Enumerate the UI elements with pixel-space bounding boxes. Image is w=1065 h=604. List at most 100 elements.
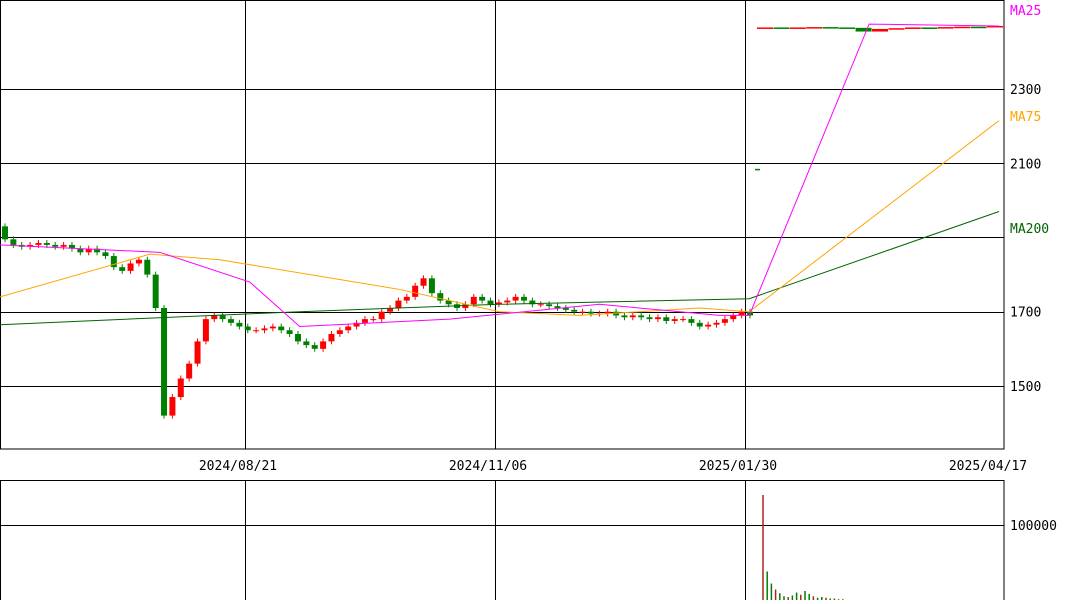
candle-body [228, 319, 235, 323]
candle-body [504, 300, 511, 303]
candle-body [135, 259, 142, 264]
candle-body [202, 319, 209, 342]
candle-body [261, 328, 268, 331]
candle-body [303, 341, 310, 346]
series-label-ma75: MA75 [1010, 110, 1041, 125]
candle-body [278, 326, 285, 331]
candle-body [629, 315, 636, 318]
candle-body [757, 27, 773, 29]
x-tick-label: 2024/08/21 [199, 459, 277, 474]
candle-body [311, 345, 318, 349]
candle-body [921, 27, 938, 29]
series-label-ma200: MA200 [1010, 222, 1049, 237]
volume-bar [812, 596, 815, 600]
x-tick-label: 2025/01/30 [699, 459, 777, 474]
candle-body [512, 296, 519, 301]
volume-panel-frame [0, 480, 1005, 601]
candle-body [571, 309, 578, 312]
candle-body [161, 307, 168, 416]
candle-body [646, 317, 653, 320]
candle-body [244, 326, 251, 331]
candle-body [420, 278, 427, 286]
candle-body [269, 326, 276, 329]
candle-body [654, 317, 661, 320]
candle-body [970, 26, 987, 29]
volume-bar [774, 589, 777, 600]
y-tick-label: 2300 [1010, 83, 1041, 98]
candle-body [872, 28, 888, 32]
candle-body [479, 296, 486, 301]
candle-body [638, 315, 645, 318]
candle-body [937, 27, 954, 29]
candle-body [127, 263, 134, 271]
candle-body [705, 324, 712, 327]
candle-body [537, 304, 544, 306]
volume-bar [791, 595, 794, 600]
candle-body [320, 341, 327, 349]
volume-panel: 100000 [0, 480, 1057, 601]
candle-body [954, 26, 971, 29]
candle-body [370, 319, 377, 321]
ma25-line [0, 23, 1000, 328]
candle-body [554, 306, 561, 308]
candle-body [10, 239, 17, 245]
x-tick-label: 2025/04/17 [949, 459, 1027, 474]
candle-body [194, 341, 201, 364]
candle-body [336, 330, 343, 334]
stray-candle [755, 168, 760, 171]
volume-bar [779, 593, 781, 600]
volume-bar [795, 592, 798, 600]
candle-body [487, 300, 494, 305]
candle-body [822, 27, 839, 29]
candle-body [888, 28, 905, 30]
y-tick-label: 1700 [1010, 306, 1041, 321]
candle-body [587, 311, 594, 314]
candle-body [904, 27, 921, 29]
candle-body [839, 27, 856, 29]
price-panel-frame [0, 0, 1005, 450]
volume-bar [770, 583, 773, 600]
candle-body [169, 397, 176, 416]
candle-body [2, 226, 8, 240]
candle-body [378, 311, 385, 320]
candle-body [621, 315, 628, 318]
volume-bar [804, 591, 806, 600]
candle-body [688, 319, 695, 323]
candle-body [186, 363, 193, 379]
candle-body [253, 330, 260, 332]
y-tick-label: 2100 [1010, 157, 1041, 172]
price-panel: 1500 1700 2100 2300 2024/08/21 2024/11/06 2025… [0, 0, 1049, 474]
candle-body [412, 285, 419, 297]
ma75-line [0, 120, 1000, 316]
candle-body [144, 259, 151, 275]
candle-body [738, 311, 745, 316]
candle-body [60, 244, 67, 247]
candle-body [579, 311, 586, 313]
candle-body [403, 296, 410, 301]
candle-body [806, 27, 823, 29]
candle-body [680, 319, 687, 321]
candle-body [696, 322, 703, 327]
volume-y-tick-label: 100000 [1010, 519, 1057, 534]
x-tick-label: 2024/11/06 [449, 459, 527, 474]
candle-body [470, 296, 477, 305]
candle-body [546, 304, 553, 307]
candle-body [286, 330, 293, 334]
candle-body [721, 319, 728, 323]
candle-body [119, 267, 126, 271]
candle-body [395, 300, 402, 308]
candle-body [35, 243, 42, 245]
volume-bar [800, 594, 802, 600]
candle-body [713, 322, 720, 325]
candle-body [177, 378, 184, 398]
chart-svg: 1500 1700 2100 2300 2024/08/21 2024/11/06 2025… [0, 0, 1057, 601]
candle-body [361, 319, 368, 323]
y-tick-label: 1500 [1010, 380, 1041, 395]
series-label-ma25: MA25 [1010, 4, 1041, 19]
candle-body [671, 319, 678, 321]
candle-body [328, 333, 335, 342]
candle-body [345, 326, 352, 331]
candle-body [152, 274, 159, 308]
volume-bar [783, 596, 785, 600]
candle-body [730, 315, 737, 320]
